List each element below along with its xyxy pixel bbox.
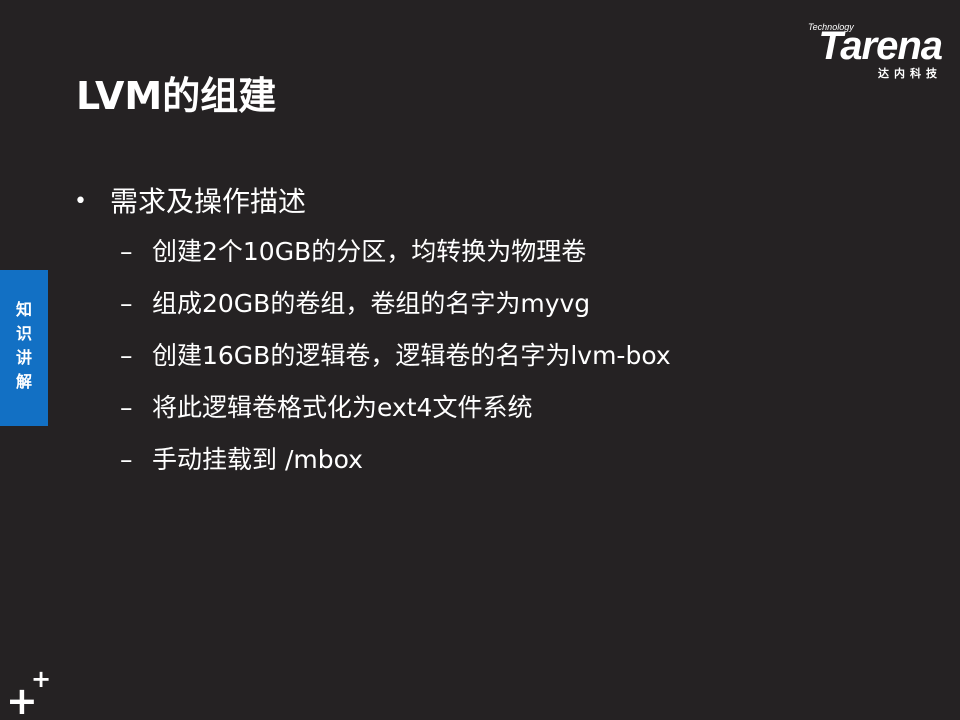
list-item-text: 组成20GB的卷组，卷组的名字为myvg [152, 289, 591, 318]
list-item-text: 创建16GB的逻辑卷，逻辑卷的名字为lvm-box [152, 341, 671, 370]
slide-title: LVM的组建 [76, 74, 277, 118]
list-item: – 手动挂载到 /mbox [120, 438, 671, 490]
dash-icon: – [120, 289, 133, 318]
requirement-list: – 创建2个10GB的分区，均转换为物理卷 – 组成20GB的卷组，卷组的名字为my… [120, 230, 671, 490]
list-item: – 将此逻辑卷格式化为ext4文件系统 [120, 386, 671, 438]
list-item-text: 创建2个10GB的分区，均转换为物理卷 [152, 237, 587, 266]
tarena-logo: Technology Tarena 达内科技 [772, 22, 943, 82]
logo-wordmark: Tarena [818, 24, 943, 68]
section-heading: • 需求及操作描述 [74, 182, 306, 222]
dash-icon: – [120, 393, 133, 422]
list-item-text: 将此逻辑卷格式化为ext4文件系统 [152, 393, 533, 422]
list-item: – 组成20GB的卷组，卷组的名字为myvg [120, 282, 671, 334]
plus-small-icon: + [31, 665, 52, 693]
knowledge-tab-label: 知识讲解 [15, 300, 32, 391]
list-item: – 创建16GB的逻辑卷，逻辑卷的名字为lvm-box [120, 334, 671, 386]
list-item: – 创建2个10GB的分区，均转换为物理卷 [120, 230, 671, 282]
section-heading-text: 需求及操作描述 [110, 185, 307, 218]
slide: Technology Tarena 达内科技 LVM的组建 • 需求及操作描述 –… [0, 0, 960, 720]
bullet-dot-icon: • [74, 189, 87, 214]
list-item-text: 手动挂载到 /mbox [152, 445, 363, 474]
knowledge-tab: 知识讲解 [0, 270, 48, 426]
dash-icon: – [120, 445, 133, 474]
logo-subtitle: 达内科技 [878, 67, 942, 80]
dash-icon: – [120, 237, 133, 266]
dash-icon: – [120, 341, 133, 370]
